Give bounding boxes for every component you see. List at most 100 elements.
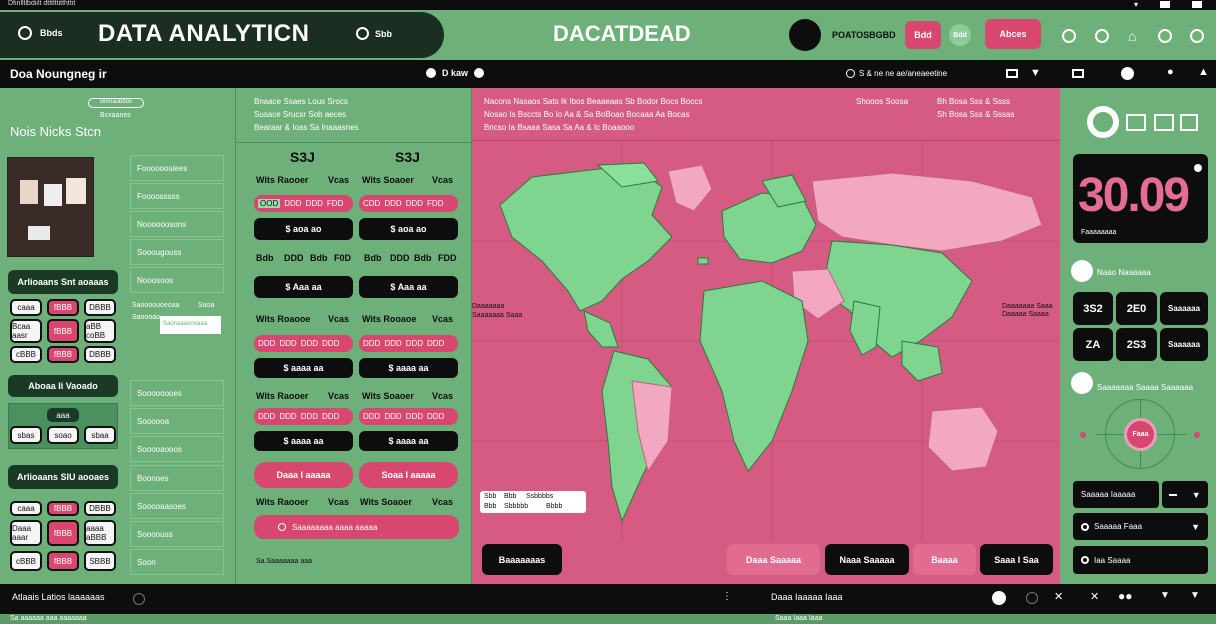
grid-cell[interactable]: fBBB — [47, 520, 79, 546]
toolbar-mid[interactable]: D kaw — [426, 68, 485, 78]
map-button-left[interactable]: Baaaaaaas — [482, 544, 562, 575]
list-item[interactable]: Soon — [130, 549, 224, 575]
black-stat-button[interactable]: $ aaaa aa — [359, 358, 458, 378]
right-grid-cell[interactable]: 2E0 — [1116, 292, 1157, 325]
bell-icon[interactable]: ▲ — [1198, 66, 1209, 78]
close-icon[interactable]: ✕ — [1054, 590, 1063, 603]
grid-cell[interactable]: DBBB — [84, 299, 116, 316]
chevron-down-icon[interactable]: ▼ — [1160, 590, 1170, 601]
pink-stat-row[interactable]: DDD DDD DDD DDD — [254, 335, 353, 352]
grid-cell[interactable]: cBBB — [10, 551, 42, 571]
right-grid-cell[interactable]: ZA — [1073, 328, 1113, 361]
list-item[interactable]: Sooougouss — [130, 239, 224, 265]
dropdown-1-toggle[interactable]: ▼ — [1162, 481, 1208, 508]
list-item[interactable]: Boonoes — [130, 465, 224, 491]
pink-stat-row[interactable]: CDD DDD DDD FDD — [359, 195, 458, 212]
grid-cell[interactable]: aBB coBB — [84, 319, 116, 343]
list-item[interactable]: Nooosoos — [130, 267, 224, 293]
window-icon[interactable] — [1160, 1, 1170, 8]
grid-cell[interactable]: DBBB — [84, 501, 116, 516]
grid-cell[interactable]: Daaa aaar — [10, 520, 42, 546]
dropdown-1[interactable]: Saaaaa Iaaaaa — [1073, 481, 1159, 508]
right-icon-3[interactable] — [1180, 114, 1198, 131]
black-stat-button[interactable]: $ aoa ao — [359, 218, 458, 240]
grid-cell[interactable]: fBBB — [47, 501, 79, 516]
list-item[interactable]: Soooooa — [130, 408, 224, 434]
grid-cell[interactable]: soao — [47, 426, 79, 444]
mid-input[interactable]: Saonaaaoooaaa — [160, 316, 221, 334]
location-icon[interactable]: ▾ — [1134, 0, 1138, 9]
footer-circle[interactable] — [133, 593, 145, 605]
dial-center[interactable]: Faaa — [1124, 418, 1157, 451]
pink-stat-row[interactable]: OOD DDD DDD FDD — [254, 195, 353, 212]
list-item[interactable]: Sooooaasoes — [130, 493, 224, 519]
footer-circle-2[interactable] — [1026, 592, 1038, 604]
pink-stat-row[interactable]: DDD DDD DDD DDD — [254, 408, 353, 425]
black-stat-button[interactable]: $ Aaa aa — [254, 276, 353, 298]
header-circle-1[interactable] — [1062, 29, 1076, 43]
section-header-3[interactable]: Arlioaans SIU aooaes — [8, 465, 118, 489]
monitor-icon[interactable] — [1006, 69, 1018, 78]
grid-cell[interactable]: fBBB — [47, 319, 79, 343]
header-circle-3[interactable] — [1158, 29, 1172, 43]
list-item[interactable]: Soooooooes — [130, 380, 224, 406]
wide-pink-bar[interactable]: Saaaaaaaa aaaa aaaaa — [254, 515, 459, 539]
grid-cell[interactable]: aaaa aBBB — [84, 520, 116, 546]
window-icon-2[interactable] — [1192, 1, 1202, 8]
grid-cell[interactable]: cBBB — [10, 346, 42, 363]
header-button-1[interactable]: Bdd — [905, 21, 941, 49]
section-header-1[interactable]: Arlioaans Snt aoaaas — [8, 270, 118, 294]
photo-thumbnail[interactable] — [7, 157, 94, 257]
info-button[interactable] — [1121, 67, 1134, 80]
right-grid-cell[interactable]: Saaaaaa — [1160, 328, 1208, 361]
right-ring[interactable] — [1087, 106, 1119, 138]
map-button-4[interactable]: Saaa I Saa — [980, 544, 1053, 575]
avatar[interactable] — [789, 19, 821, 51]
black-stat-button[interactable]: $ aaaa aa — [254, 431, 353, 451]
black-stat-button[interactable]: $ aaaa aa — [254, 358, 353, 378]
list-item[interactable]: Noooooosons — [130, 211, 224, 237]
list-item[interactable]: Soooouss — [130, 521, 224, 547]
grid-cell[interactable]: fBBB — [47, 346, 79, 363]
users-icon[interactable]: ●● — [1118, 589, 1133, 603]
right-grid-cell[interactable]: 3S2 — [1073, 292, 1113, 325]
pink-action-button-right[interactable]: Soaa I aaaaa — [359, 462, 458, 488]
nav-left[interactable]: Bbds — [18, 26, 63, 40]
shield-icon[interactable]: ▼ — [1030, 67, 1041, 79]
dropdown-3[interactable]: Iaa Saaaa — [1073, 546, 1208, 574]
grid-cell[interactable]: caaa — [10, 299, 42, 316]
list-item[interactable]: Foooosssss — [130, 183, 224, 209]
right-grid-cell[interactable]: 2S3 — [1116, 328, 1157, 361]
grid-cell[interactable]: sbas — [10, 426, 42, 444]
right-icon-1[interactable] — [1126, 114, 1146, 131]
grid-cell[interactable]: SBBB — [84, 551, 116, 571]
grid-cell[interactable]: DBBB — [84, 346, 116, 363]
black-stat-button[interactable]: $ aaaa aa — [359, 431, 458, 451]
dropdown-2[interactable]: Saaaaa Faaa ▼ — [1073, 513, 1208, 540]
list-item[interactable]: Sooooaooos — [130, 436, 224, 462]
map-button-1[interactable]: Daaa Saaaaa — [727, 544, 820, 575]
grid-cell[interactable]: Bcaa aasr — [10, 319, 42, 343]
nav-mid[interactable]: Sbb — [356, 27, 392, 40]
pink-stat-row[interactable]: DDD DDD DDD DDD — [359, 408, 458, 425]
pink-action-button-left[interactable]: Daaa I aaaaa — [254, 462, 353, 488]
header-button-2[interactable]: Bdd — [949, 24, 971, 46]
map-button-2[interactable]: Naaa Saaaaa — [825, 544, 909, 575]
play-icon[interactable] — [992, 591, 1006, 605]
close-icon-2[interactable]: ✕ — [1090, 590, 1099, 603]
grid-cell[interactable]: fBBB — [47, 299, 79, 316]
world-map[interactable] — [472, 141, 1060, 541]
map-button-3[interactable]: Baaaa — [913, 544, 976, 575]
left-chip[interactable]: Bnmaubbos — [88, 98, 144, 108]
grid-cell[interactable]: caaa — [10, 501, 42, 516]
black-stat-button[interactable]: $ aoa ao — [254, 218, 353, 240]
grid-cell[interactable]: fBBB — [47, 551, 79, 571]
grid-cell[interactable]: aaa — [47, 408, 79, 422]
screen-icon[interactable] — [1072, 69, 1084, 78]
chevron-down-icon[interactable]: ▼ — [1190, 590, 1200, 601]
pink-stat-row[interactable]: DDD DDD DDD DDD — [359, 335, 458, 352]
right-grid-cell[interactable]: Saaaaaa — [1160, 292, 1208, 325]
header-circle-2[interactable] — [1095, 29, 1109, 43]
user-icon[interactable]: ● — [1167, 66, 1174, 78]
header-button-3[interactable]: Abces — [985, 19, 1041, 49]
